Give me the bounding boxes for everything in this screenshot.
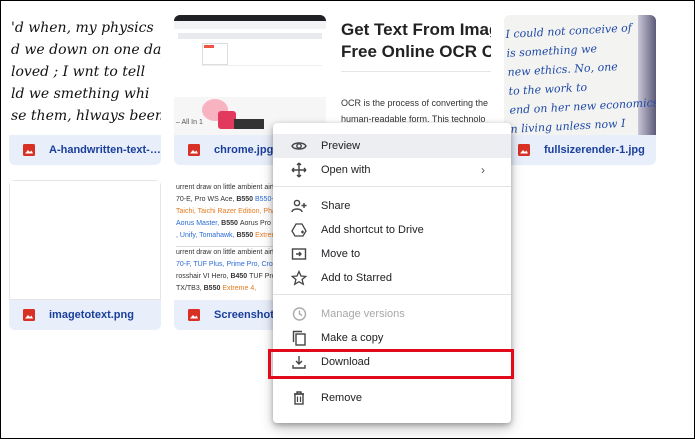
- file-name: A-handwritten-text-in-...: [49, 144, 161, 156]
- menu-item-move-to[interactable]: Move to: [273, 242, 511, 266]
- open-with-icon: [291, 162, 307, 178]
- menu-item-open-with[interactable]: Open with ›: [273, 158, 511, 182]
- menu-item-add-starred[interactable]: Add to Starred: [273, 266, 511, 290]
- handwriting-preview: I could not conceive of is something we …: [505, 21, 656, 135]
- file-card-imagetotext[interactable]: imagetotext.png: [9, 180, 161, 330]
- image-file-icon: [518, 144, 530, 156]
- menu-item-manage-versions: Manage versions: [273, 302, 511, 326]
- file-thumbnail: I could not conceive of is something we …: [504, 15, 656, 135]
- image-file-icon: [23, 144, 35, 156]
- download-highlight-box: [268, 349, 514, 379]
- chevron-right-icon: ›: [481, 163, 485, 177]
- screenshot-preview-text: urrent draw on little ambient airflow 70…: [176, 184, 286, 292]
- file-card-fullsizerender[interactable]: I could not conceive of is something we …: [504, 15, 656, 165]
- menu-item-add-shortcut[interactable]: Add shortcut to Drive: [273, 218, 511, 242]
- handwriting-preview: 'd when, my physics d we down on one day…: [11, 20, 161, 124]
- file-name: imagetotext.png: [49, 309, 134, 321]
- copy-icon: [291, 330, 307, 346]
- menu-item-preview[interactable]: Preview: [273, 134, 511, 158]
- file-name: fullsizerender-1.jpg: [544, 144, 645, 156]
- history-icon: [291, 306, 307, 322]
- eye-icon: [291, 138, 307, 154]
- menu-item-make-copy[interactable]: Make a copy: [273, 326, 511, 350]
- menu-divider: [273, 294, 511, 295]
- file-thumbnail: 'd when, my physics d we down on one day…: [9, 15, 161, 135]
- image-file-icon: [188, 309, 200, 321]
- menu-item-share[interactable]: Share: [273, 194, 511, 218]
- add-person-icon: [291, 198, 307, 214]
- image-file-icon: [23, 309, 35, 321]
- image-file-icon: [188, 144, 200, 156]
- file-card-handwritten[interactable]: 'd when, my physics d we down on one day…: [9, 15, 161, 165]
- article-title: Get Text From Imag Free Online OCR Co: [341, 20, 491, 61]
- drive-shortcut-icon: [291, 222, 307, 238]
- star-icon: [291, 270, 307, 286]
- file-thumbnail: – All In 1: [174, 15, 326, 135]
- menu-divider: [273, 186, 511, 187]
- menu-item-remove[interactable]: Remove: [273, 386, 511, 410]
- thumb-caption: – All In 1: [176, 119, 203, 126]
- move-to-icon: [291, 246, 307, 262]
- trash-icon: [291, 390, 307, 406]
- file-thumbnail: [9, 180, 161, 300]
